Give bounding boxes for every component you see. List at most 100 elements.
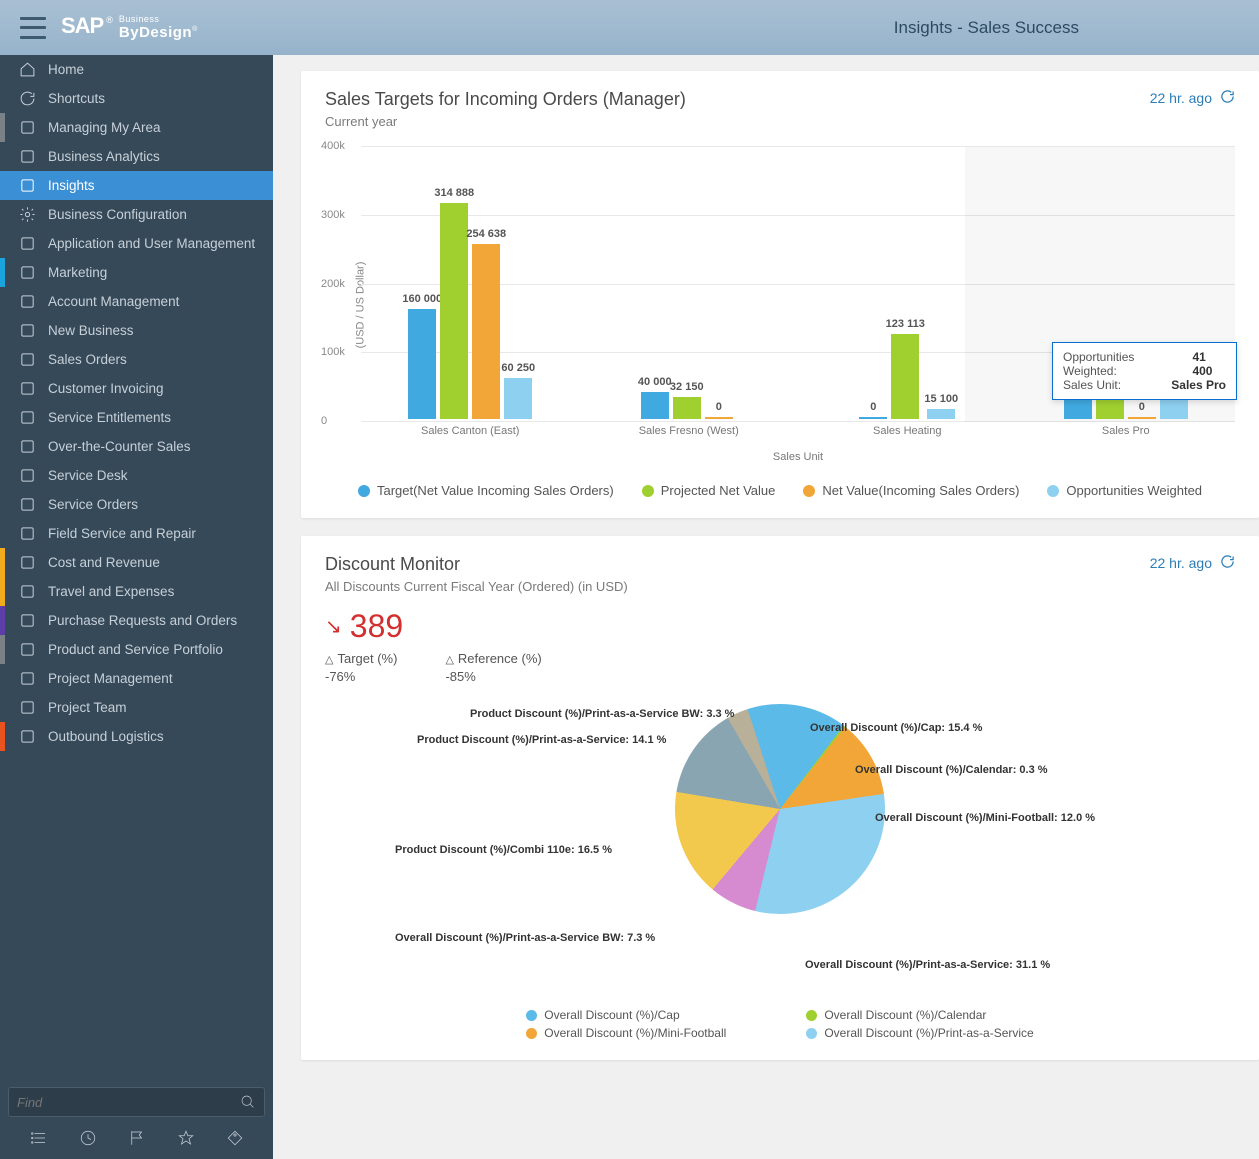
legend-item[interactable]: Overall Discount (%)/Calendar (806, 1008, 1033, 1022)
sidebar-item-field-service-and-repair[interactable]: Field Service and Repair (0, 519, 273, 548)
sidebar-item-project-management[interactable]: Project Management (0, 664, 273, 693)
sidebar-item-product-and-service-portfolio[interactable]: Product and Service Portfolio (0, 635, 273, 664)
package-icon (18, 641, 36, 659)
refresh-icon (18, 90, 36, 108)
sidebar-item-sales-orders[interactable]: Sales Orders (0, 345, 273, 374)
kpi-value: ↘ 389 (325, 608, 1235, 645)
sidebar-item-service-desk[interactable]: Service Desk (0, 461, 273, 490)
sidebar-item-business-configuration[interactable]: Business Configuration (0, 200, 273, 229)
sidebar-item-label: Insights (48, 178, 95, 193)
legend-item[interactable]: Target(Net Value Incoming Sales Orders) (358, 483, 614, 498)
card-timestamp: 22 hr. ago (1150, 554, 1235, 572)
wrench-icon (18, 235, 36, 253)
refresh-icon[interactable] (1220, 89, 1235, 107)
legend-item[interactable]: Overall Discount (%)/Cap (526, 1008, 726, 1022)
sidebar-item-label: Business Analytics (48, 149, 160, 164)
card-subtitle: Current year (325, 114, 1150, 129)
pie-slice-label: Overall Discount (%)/Calendar: 0.3 % (855, 764, 1048, 776)
sidebar-item-purchase-requests-and-orders[interactable]: Purchase Requests and Orders (0, 606, 273, 635)
sidebar-item-label: Product and Service Portfolio (48, 642, 223, 657)
sap-logo: SAP® BusinessByDesign® (61, 13, 197, 41)
sidebar-item-account-management[interactable]: Account Management (0, 287, 273, 316)
x-axis-label: Sales Unit (361, 451, 1235, 463)
tag-icon[interactable] (217, 1123, 253, 1153)
sidebar-item-label: Service Entitlements (48, 410, 171, 425)
sidebar-item-home[interactable]: Home (0, 55, 273, 84)
pie-chart[interactable]: Overall Discount (%)/Cap: 15.4 % Overall … (325, 704, 1235, 1004)
sidebar-item-label: Customer Invoicing (48, 381, 164, 396)
sidebar-item-business-analytics[interactable]: Business Analytics (0, 142, 273, 171)
legend-item[interactable]: Opportunities Weighted (1047, 483, 1202, 498)
sidebar-item-service-orders[interactable]: Service Orders (0, 490, 273, 519)
home-icon (18, 61, 36, 79)
sidebar-search[interactable] (8, 1087, 265, 1117)
pie-slice-label: Product Discount (%)/Print-as-a-Service … (470, 708, 734, 720)
recent-icon[interactable] (70, 1123, 106, 1153)
sidebar-item-insights[interactable]: Insights (0, 171, 273, 200)
user-icon (18, 293, 36, 311)
sidebar-item-label: Project Management (48, 671, 173, 686)
sidebar-item-label: Account Management (48, 294, 179, 309)
sidebar: Home Shortcuts Managing My Area Business An… (0, 55, 273, 1159)
user-badge-icon (18, 119, 36, 137)
sidebar-item-label: Over-the-Counter Sales (48, 439, 191, 454)
sidebar-item-label: Service Desk (48, 468, 128, 483)
calendar-icon (18, 670, 36, 688)
sidebar-item-travel-and-expenses[interactable]: Travel and Expenses (0, 577, 273, 606)
sidebar-item-shortcuts[interactable]: Shortcuts (0, 84, 273, 113)
dashboard-icon (18, 177, 36, 195)
sidebar-item-service-entitlements[interactable]: Service Entitlements (0, 403, 273, 432)
bottom-toolbar (8, 1117, 265, 1159)
list-icon[interactable] (21, 1123, 57, 1153)
sidebar-item-over-the-counter-sales[interactable]: Over-the-Counter Sales (0, 432, 273, 461)
pie-slice-label: Product Discount (%)/Print-as-a-Service:… (417, 734, 666, 746)
doc-pen-icon (18, 612, 36, 630)
sidebar-item-label: Outbound Logistics (48, 729, 164, 744)
sidebar-item-managing-my-area[interactable]: Managing My Area (0, 113, 273, 142)
legend-item[interactable]: Overall Discount (%)/Mini-Football (526, 1026, 726, 1040)
card-title: Sales Targets for Incoming Orders (Manag… (325, 89, 1150, 110)
sidebar-item-new-business[interactable]: New Business (0, 316, 273, 345)
pie-slice-label: Overall Discount (%)/Cap: 15.4 % (810, 722, 982, 734)
legend-item[interactable]: Net Value(Incoming Sales Orders) (803, 483, 1019, 498)
sidebar-item-label: Purchase Requests and Orders (48, 613, 237, 628)
card-timestamp: 22 hr. ago (1150, 89, 1235, 107)
star-box-icon (18, 322, 36, 340)
trend-down-icon: ↘ (325, 614, 342, 639)
topbar: SAP® BusinessByDesign® Insights - Sales … (0, 0, 1259, 55)
refresh-icon[interactable] (1220, 554, 1235, 572)
sidebar-item-project-team[interactable]: Project Team (0, 693, 273, 722)
sidebar-item-label: Home (48, 62, 84, 77)
card-subtitle: All Discounts Current Fiscal Year (Order… (325, 579, 1150, 594)
sidebar-item-label: New Business (48, 323, 134, 338)
sidebar-item-label: Project Team (48, 700, 127, 715)
sidebar-item-outbound-logistics[interactable]: Outbound Logistics (0, 722, 273, 751)
sidebar-item-application-and-user-management[interactable]: Application and User Management (0, 229, 273, 258)
doc-money-icon (18, 380, 36, 398)
search-input[interactable] (17, 1095, 240, 1110)
bar-chart[interactable]: (USD / US Dollar) 0 100k 200k 300k 400k … (325, 147, 1235, 463)
star-icon[interactable] (168, 1123, 204, 1153)
sidebar-item-label: Application and User Management (48, 236, 255, 251)
sidebar-item-label: Shortcuts (48, 91, 105, 106)
pie-slice-label: Overall Discount (%)/Mini-Football: 12.0… (875, 812, 1095, 824)
legend-item[interactable]: Overall Discount (%)/Print-as-a-Service (806, 1026, 1033, 1040)
page-title: Insights - Sales Success (894, 18, 1079, 38)
card-title: Discount Monitor (325, 554, 1150, 575)
pie-slice-label: Overall Discount (%)/Print-as-a-Service:… (805, 959, 1050, 971)
sidebar-item-label: Service Orders (48, 497, 138, 512)
flag-icon[interactable] (119, 1123, 155, 1153)
headset-icon (18, 467, 36, 485)
card-sales-targets: Sales Targets for Incoming Orders (Manag… (301, 71, 1259, 518)
sidebar-item-marketing[interactable]: Marketing (0, 258, 273, 287)
legend-item[interactable]: Projected Net Value (642, 483, 776, 498)
sidebar-item-cost-and-revenue[interactable]: Cost and Revenue (0, 548, 273, 577)
card-discount-monitor: Discount Monitor All Discounts Current F… (301, 536, 1259, 1060)
suitcase-icon (18, 583, 36, 601)
sidebar-item-customer-invoicing[interactable]: Customer Invoicing (0, 374, 273, 403)
bar-legend: Target(Net Value Incoming Sales Orders) P… (325, 483, 1235, 498)
menu-toggle[interactable] (20, 17, 46, 39)
chart-tooltip: Opportunities Weighted:41 400 Sales Unit… (1052, 342, 1237, 400)
doc-list-icon (18, 351, 36, 369)
people-icon (18, 699, 36, 717)
